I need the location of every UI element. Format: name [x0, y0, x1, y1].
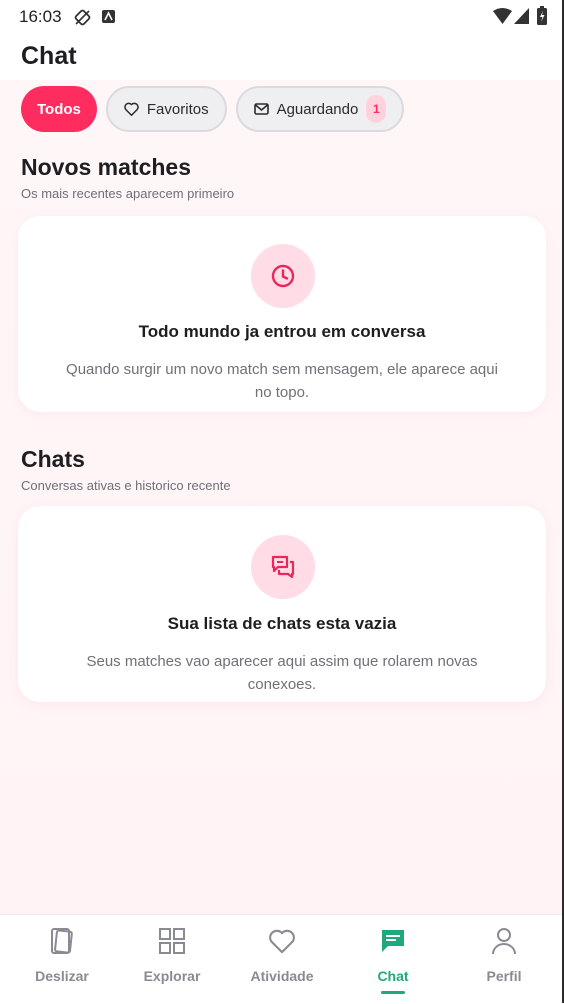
person-icon [490, 927, 518, 955]
rotate-icon [74, 9, 91, 31]
app-notification-icon [102, 10, 115, 28]
page-background [0, 80, 564, 915]
chats-empty-title: Sua lista de chats esta vazia [167, 614, 397, 633]
cards-icon [48, 927, 76, 955]
wifi-icon [493, 8, 512, 29]
chats-empty-card: Sua lista de chats esta vazia Seus match… [18, 506, 546, 702]
nav-explorar-label: Explorar [143, 968, 201, 984]
aguardando-count-badge: 1 [366, 95, 387, 123]
nav-active-indicator [381, 991, 405, 994]
filter-aguardando-label: Aguardando [276, 100, 359, 118]
filter-chips: Todos Favoritos Aguardando 1 [21, 86, 405, 132]
filter-favoritos-label: Favoritos [146, 100, 209, 118]
filter-todos[interactable]: Todos [21, 86, 97, 132]
grid-icon [158, 927, 186, 955]
battery-charging-icon [537, 6, 547, 30]
filter-favoritos[interactable]: Favoritos [105, 86, 227, 132]
nav-deslizar[interactable]: Deslizar [6, 915, 118, 1004]
nav-explorar[interactable]: Explorar [116, 915, 228, 1004]
chat-bubble-icon [379, 927, 407, 955]
nav-chat-label: Chat [377, 968, 409, 984]
bottom-navigation: Deslizar Explorar Atividade Chat Perfil [0, 914, 564, 1004]
chats-empty-text: Seus matches vao aparecer aqui assim que… [86, 653, 478, 693]
new-matches-subtitle: Os mais recentes aparecem primeiro [21, 186, 235, 201]
heart-icon [124, 102, 139, 116]
page-title: Chat [21, 42, 77, 70]
status-time: 16:03 [19, 7, 62, 26]
heart-outline-icon [268, 927, 296, 955]
new-matches-title: Novos matches [21, 154, 192, 180]
chat-bubbles-icon [251, 535, 315, 599]
nav-perfil[interactable]: Perfil [448, 915, 560, 1004]
app-header: Chat [0, 34, 564, 80]
new-matches-empty-title: Todo mundo ja entrou em conversa [138, 322, 426, 341]
mail-icon [253, 103, 269, 115]
filter-todos-label: Todos [37, 100, 81, 118]
nav-deslizar-label: Deslizar [35, 968, 89, 984]
new-matches-empty-card: Todo mundo ja entrou em conversa Quando … [18, 216, 546, 412]
nav-perfil-label: Perfil [486, 968, 522, 984]
status-bar: 16:03 [0, 0, 564, 34]
signal-icon [514, 8, 529, 29]
chats-title: Chats [21, 446, 85, 472]
nav-chat[interactable]: Chat [337, 915, 449, 1004]
filter-aguardando[interactable]: Aguardando 1 [235, 86, 405, 132]
new-matches-empty-text: Quando surgir um novo match sem mensagem… [66, 361, 498, 401]
nav-atividade[interactable]: Atividade [226, 915, 338, 1004]
chats-subtitle: Conversas ativas e historico recente [21, 478, 231, 493]
nav-atividade-label: Atividade [250, 968, 314, 984]
clock-icon [251, 244, 315, 308]
